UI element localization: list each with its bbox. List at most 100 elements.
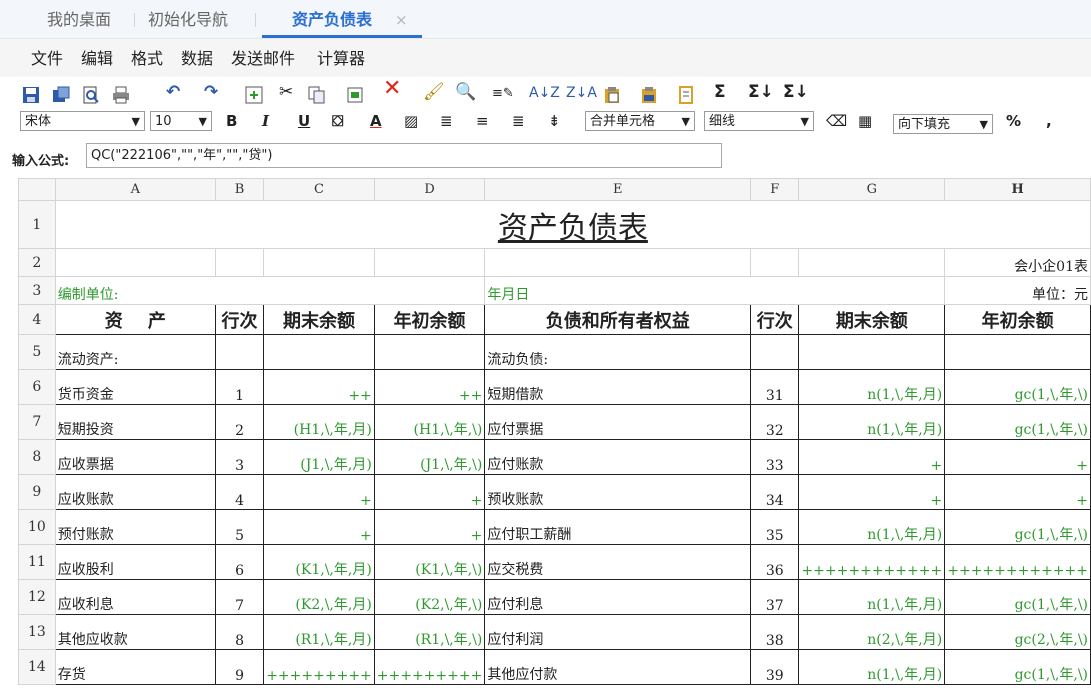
find-icon[interactable]: 🔍 xyxy=(455,81,476,103)
undo-icon[interactable]: ↶ xyxy=(166,81,180,103)
cell-g[interactable]: n(2,\,年,月) xyxy=(798,614,946,650)
sum-row-icon[interactable]: Σ↓ xyxy=(783,81,809,103)
column-header[interactable]: E xyxy=(484,178,752,201)
cell-h[interactable]: gc(1,\,年,\) xyxy=(944,404,1091,440)
cell-a[interactable]: 存货 xyxy=(54,649,216,685)
row-header[interactable]: 9 xyxy=(18,474,56,510)
row-header[interactable]: 2 xyxy=(18,248,56,277)
cell-b[interactable]: 8 xyxy=(214,614,265,650)
cell-c[interactable]: (J1,\,年,月) xyxy=(263,439,375,475)
row-header[interactable]: 12 xyxy=(18,579,56,615)
print-icon[interactable] xyxy=(112,86,130,104)
cell-h[interactable]: gc(1,\,年,\) xyxy=(944,509,1091,545)
menu-edit[interactable]: 编辑 xyxy=(81,39,113,78)
cell-c[interactable]: (R1,\,年,月) xyxy=(263,614,375,650)
tab-balance-sheet[interactable]: 资产负债表 xyxy=(292,0,372,38)
cell-e[interactable]: 预收账款 xyxy=(484,474,752,510)
paste-values-icon[interactable] xyxy=(640,86,658,104)
cell-f[interactable]: 33 xyxy=(750,439,800,475)
cell-g[interactable]: n(1,\,年,月) xyxy=(798,404,946,440)
cell-g[interactable]: + xyxy=(798,439,946,475)
cell-h[interactable]: gc(2,\,年,\) xyxy=(944,614,1091,650)
cell-e[interactable]: 流动负债: xyxy=(484,334,752,370)
cell-f[interactable] xyxy=(750,334,800,370)
cell-c[interactable]: (H1,\,年,月) xyxy=(263,404,375,440)
cell-a[interactable]: 流动资产: xyxy=(54,334,216,370)
asset-header[interactable]: 资 产 xyxy=(54,304,216,335)
cell-c[interactable]: + xyxy=(263,509,375,545)
align-left-icon[interactable]: ≣ xyxy=(440,111,453,131)
cell-c[interactable]: ++ xyxy=(263,369,375,405)
row-header[interactable]: 3 xyxy=(18,276,56,305)
delete-icon[interactable]: ✕ xyxy=(383,78,401,100)
column-header[interactable]: H xyxy=(944,178,1091,201)
cell-b[interactable]: 1 xyxy=(214,369,265,405)
sheet-title[interactable]: 资产负债表 xyxy=(54,200,1091,249)
column-header[interactable]: F xyxy=(750,178,800,201)
cell-b[interactable]: 2 xyxy=(214,404,265,440)
cell-g[interactable]: n(1,\,年,月) xyxy=(798,509,946,545)
cell-d[interactable]: + xyxy=(373,509,486,545)
cell-b[interactable]: 3 xyxy=(214,439,265,475)
sheet-icon[interactable] xyxy=(677,86,695,104)
cell-h[interactable]: + xyxy=(944,474,1091,510)
menu-data[interactable]: 数据 xyxy=(181,39,213,78)
column-header[interactable]: A xyxy=(54,178,216,201)
cell-c[interactable] xyxy=(263,334,375,370)
row-header[interactable]: 7 xyxy=(18,404,56,440)
cell-d[interactable]: (K1,\,年,\) xyxy=(373,544,486,580)
cell-g[interactable]: n(1,\,年,月) xyxy=(798,649,946,685)
comma-button[interactable]: , xyxy=(1046,111,1052,131)
cell-g[interactable]: + xyxy=(798,474,946,510)
paste-special-icon[interactable] xyxy=(346,86,364,104)
replace-icon[interactable]: ≡✎ xyxy=(492,83,514,105)
sum-column-icon[interactable]: Σ↓ xyxy=(748,81,774,103)
cell-f[interactable]: 34 xyxy=(750,474,800,510)
cell-a[interactable]: 货币资金 xyxy=(54,369,216,405)
row-header[interactable]: 14 xyxy=(18,649,56,685)
cell-f[interactable]: 32 xyxy=(750,404,800,440)
cell-b[interactable]: 9 xyxy=(214,649,265,685)
cell-h[interactable]: gc(1,\,年,\) xyxy=(944,649,1091,685)
cell-a[interactable]: 其他应收款 xyxy=(54,614,216,650)
border-icon[interactable]: ▨ xyxy=(404,111,418,131)
border-style-select[interactable]: 细线 ▼ xyxy=(704,111,814,131)
cell-d[interactable]: (J1,\,年,\) xyxy=(373,439,486,475)
begin-balance-header[interactable]: 年初余额 xyxy=(373,304,486,335)
unit-cell[interactable]: 单位：元 xyxy=(944,276,1091,305)
cell[interactable] xyxy=(798,248,946,277)
font-name-select[interactable]: 宋体 ▼ xyxy=(20,111,145,131)
select-all-icon[interactable] xyxy=(245,86,263,104)
cell-e[interactable]: 应付票据 xyxy=(484,404,752,440)
menu-send-mail[interactable]: 发送邮件 xyxy=(231,39,295,78)
cell-d[interactable]: + xyxy=(373,474,486,510)
form-code-cell[interactable]: 会小企01表 xyxy=(944,248,1091,277)
cell-d[interactable]: (K2,\,年,\) xyxy=(373,579,486,615)
cell-g[interactable]: ++++++++++++ xyxy=(798,544,946,580)
wrap-text-icon[interactable]: ⇟ xyxy=(548,111,561,131)
font-color-icon[interactable]: A xyxy=(370,111,382,131)
cell-e[interactable]: 其他应付款 xyxy=(484,649,752,685)
end-balance-header[interactable]: 期末余额 xyxy=(263,304,375,335)
compiler-cell[interactable]: 编制单位: xyxy=(54,276,486,305)
row-header[interactable]: 11 xyxy=(18,544,56,580)
cell-c[interactable]: (K1,\,年,月) xyxy=(263,544,375,580)
font-size-select[interactable]: 10 ▼ xyxy=(150,111,212,131)
print-preview-icon[interactable] xyxy=(82,86,100,104)
cell-a[interactable]: 应收票据 xyxy=(54,439,216,475)
close-tab-icon[interactable]: × xyxy=(395,0,408,40)
cell-b[interactable]: 6 xyxy=(214,544,265,580)
cell-b[interactable] xyxy=(214,334,265,370)
cell-d[interactable]: (R1,\,年,\) xyxy=(373,614,486,650)
cell-a[interactable]: 短期投资 xyxy=(54,404,216,440)
sum-icon[interactable]: Σ xyxy=(714,81,726,103)
line-no-header[interactable]: 行次 xyxy=(750,304,800,335)
column-header[interactable]: B xyxy=(214,178,265,201)
menu-file[interactable]: 文件 xyxy=(31,39,63,78)
cell-c[interactable]: (K2,\,年,月) xyxy=(263,579,375,615)
row-header[interactable]: 5 xyxy=(18,334,56,370)
cut-icon[interactable]: ✂ xyxy=(279,81,293,103)
row-header[interactable]: 1 xyxy=(18,200,56,249)
bold-button[interactable]: B xyxy=(226,111,237,131)
cell-a[interactable]: 应收账款 xyxy=(54,474,216,510)
